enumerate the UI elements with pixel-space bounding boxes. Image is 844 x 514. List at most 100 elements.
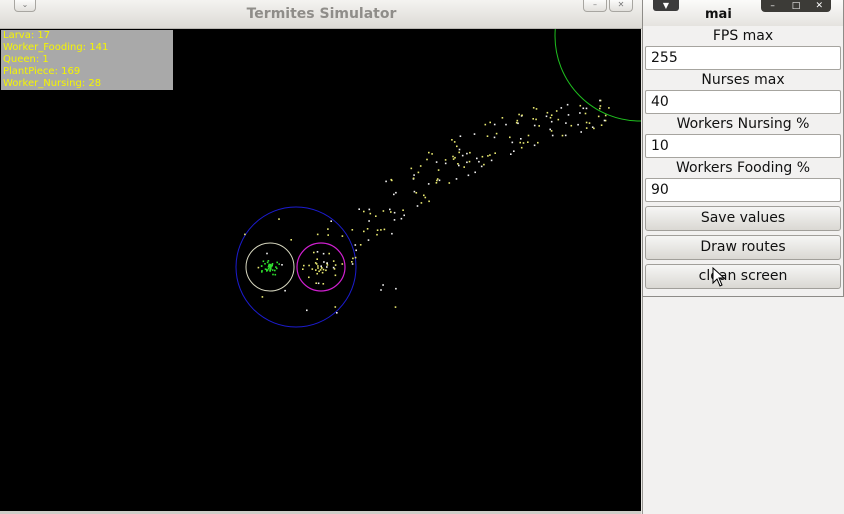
termite-dot: [290, 239, 292, 241]
fooding-worker-dot: [489, 154, 491, 156]
larva-dot: [269, 269, 271, 271]
fooding-worker-dot: [431, 153, 433, 155]
simulation-canvas[interactable]: Larva: 17 Worker_Fooding: 141 Queen: 1 P…: [0, 29, 641, 511]
fooding-worker-dot: [363, 230, 365, 233]
nursing-worker-dot: [313, 251, 315, 254]
nursing-worker-dot: [322, 252, 325, 255]
nurses-max-input[interactable]: 40: [645, 90, 841, 114]
nursing-worker-dot: [308, 276, 310, 279]
mouse-pointer-icon: [712, 267, 726, 287]
minimize-icon[interactable]: –: [763, 0, 783, 12]
larva-dot: [274, 273, 277, 276]
fooding-worker-dot: [463, 166, 465, 168]
nursing-worker-dot: [332, 266, 335, 269]
fooding-worker-dot: [535, 108, 538, 110]
termite-dot: [266, 252, 268, 255]
fooding-worker-dot: [468, 160, 471, 163]
fooding-worker-dot: [359, 244, 362, 246]
stat-worker-nursing: Worker_Nursing: 28: [3, 78, 102, 89]
larva-dot: [271, 264, 273, 267]
food-source-circle: [554, 29, 641, 122]
fooding-worker-dot: [580, 131, 582, 133]
fps-max-label: FPS max: [712, 28, 774, 44]
fooding-worker-dot: [417, 171, 420, 174]
termite-dot: [382, 210, 385, 212]
fooding-worker-dot: [402, 209, 404, 211]
fooding-worker-dot: [487, 155, 489, 157]
clean-screen-button[interactable]: clean screen: [645, 264, 841, 289]
fooding-worker-dot: [520, 138, 522, 140]
fooding-worker-dot: [435, 161, 438, 163]
draw-routes-button[interactable]: Draw routes: [645, 235, 841, 260]
larva-dot: [267, 267, 270, 270]
fooding-worker-dot: [522, 142, 525, 144]
nursing-worker-dot: [315, 269, 317, 271]
fooding-worker-dot: [458, 151, 460, 154]
termite-dot: [261, 296, 264, 298]
fooding-worker-dot: [420, 202, 423, 204]
close-icon[interactable]: ✕: [609, 0, 633, 12]
minimize-icon[interactable]: –: [583, 0, 607, 12]
fooding-worker-dot: [375, 215, 377, 217]
termite-dot: [330, 220, 332, 222]
fooding-worker-dot: [455, 178, 458, 180]
fooding-worker-dot: [533, 124, 536, 127]
fooding-worker-dot: [467, 174, 470, 177]
fooding-worker-dot: [459, 135, 462, 137]
nursing-worker-dot: [328, 252, 330, 255]
nursing-worker-dot: [321, 267, 323, 269]
fooding-worker-dot: [474, 171, 476, 174]
fooding-worker-dot: [395, 191, 397, 194]
window-menu-icon[interactable]: ▼: [653, 0, 679, 11]
fooding-worker-dot: [419, 165, 422, 167]
fooding-worker-dot: [521, 114, 523, 117]
nursing-worker-dot: [326, 266, 328, 268]
fooding-worker-dot: [393, 219, 396, 221]
workers-nursing-input[interactable]: 10: [645, 134, 841, 158]
termite-dot: [316, 233, 319, 236]
nursing-worker-dot: [323, 261, 325, 263]
fooding-worker-dot: [588, 122, 591, 124]
fooding-worker-dot: [428, 200, 430, 203]
fooding-worker-dot: [551, 134, 554, 137]
workers-fooding-input[interactable]: 90: [645, 178, 841, 202]
fooding-worker-dot: [489, 121, 491, 124]
fooding-worker-dot: [549, 116, 552, 119]
fooding-worker-dot: [424, 196, 427, 199]
fooding-worker-dot: [493, 123, 496, 126]
fooding-worker-dot: [389, 208, 391, 211]
nursing-worker-dot: [317, 267, 319, 269]
nursing-worker-dot: [321, 271, 324, 274]
fooding-worker-dot: [557, 118, 560, 121]
larva-dot: [268, 264, 270, 267]
fooding-worker-dot: [480, 165, 483, 168]
close-icon[interactable]: ✕: [809, 0, 829, 12]
fooding-worker-dot: [537, 141, 539, 144]
nurses-max-label: Nurses max: [701, 72, 785, 88]
fooding-worker-dot: [555, 110, 558, 112]
fooding-worker-dot: [549, 128, 551, 131]
fooding-worker-dot: [608, 107, 610, 109]
fooding-worker-dot: [535, 118, 537, 121]
larva-dot: [276, 261, 278, 264]
termite-dot: [257, 266, 260, 269]
fps-max-input[interactable]: 255: [645, 46, 841, 70]
termite-dot: [244, 233, 246, 236]
save-values-button[interactable]: Save values: [645, 206, 841, 231]
fooding-worker-dot: [341, 263, 344, 265]
nursing-worker-dot: [316, 258, 318, 260]
fooding-worker-dot: [376, 233, 378, 236]
termite-dot: [391, 232, 393, 235]
maximize-icon[interactable]: □: [786, 0, 806, 12]
stat-worker-fooding: Worker_Fooding: 141: [3, 42, 109, 53]
fooding-worker-dot: [351, 261, 353, 263]
nursing-worker-dot: [318, 270, 320, 273]
fooding-worker-dot: [565, 122, 567, 124]
fooding-worker-dot: [428, 151, 430, 154]
fooding-worker-dot: [341, 235, 344, 237]
fooding-worker-dot: [518, 113, 520, 116]
larva-dot: [276, 267, 278, 270]
fooding-worker-dot: [509, 136, 511, 139]
nursing-worker-dot: [322, 268, 325, 271]
fooding-worker-dot: [368, 208, 371, 211]
